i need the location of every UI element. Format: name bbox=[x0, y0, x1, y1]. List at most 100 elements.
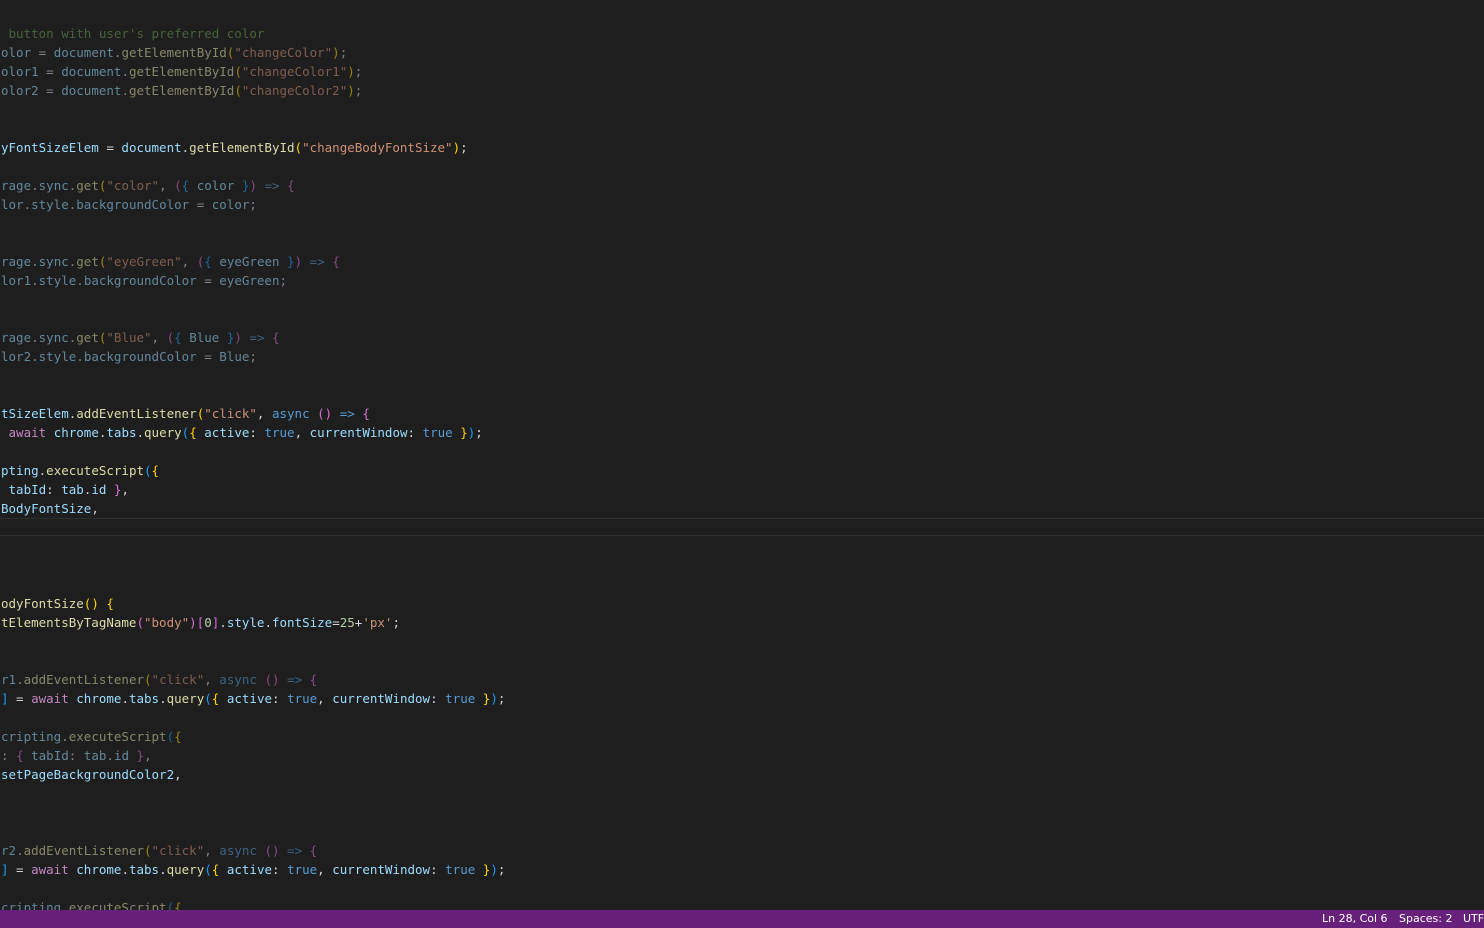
code-token: = bbox=[38, 83, 62, 98]
code-token: { bbox=[174, 900, 182, 910]
code-token: ) bbox=[452, 140, 461, 155]
code-token: { bbox=[309, 843, 318, 858]
code-token: get bbox=[76, 330, 99, 345]
code-token: sync bbox=[38, 178, 69, 193]
code-token: button with user's preferred color bbox=[1, 26, 265, 41]
code-token: tabs bbox=[106, 425, 137, 440]
cursor-position-indicator[interactable]: Ln 28, Col 6 bbox=[1316, 910, 1394, 928]
code-token: () bbox=[83, 596, 99, 611]
code-line: ] = await chrome.tabs.query({ active: tr… bbox=[1, 860, 505, 879]
code-token: rage bbox=[1, 254, 32, 269]
code-token: . bbox=[159, 691, 167, 706]
code-token: . bbox=[31, 273, 39, 288]
code-token: ; bbox=[279, 273, 288, 288]
code-token: { bbox=[174, 330, 190, 345]
code-token: : bbox=[430, 691, 446, 706]
code-token: } bbox=[475, 691, 491, 706]
code-token: olor bbox=[1, 45, 32, 60]
code-token: , bbox=[294, 425, 310, 440]
code-token: ) bbox=[332, 45, 340, 60]
code-token: = bbox=[8, 691, 32, 706]
code-token: , bbox=[204, 672, 220, 687]
code-token: ) bbox=[347, 83, 355, 98]
code-token: ; bbox=[460, 140, 468, 155]
code-token: document bbox=[121, 140, 182, 155]
code-token: : bbox=[272, 862, 288, 877]
code-token: style bbox=[226, 615, 265, 630]
code-token: color bbox=[196, 178, 235, 193]
code-token: await bbox=[31, 862, 69, 877]
code-token: () bbox=[264, 672, 280, 687]
code-token: get bbox=[76, 254, 99, 269]
code-token: tElementsByTagName bbox=[1, 615, 137, 630]
code-token: ( bbox=[294, 140, 303, 155]
code-token: . bbox=[16, 672, 24, 687]
code-token: Blue bbox=[219, 349, 250, 364]
code-token: true bbox=[445, 862, 476, 877]
encoding-indicator[interactable]: UTF bbox=[1457, 910, 1484, 928]
code-token: . bbox=[219, 615, 227, 630]
code-token: r2 bbox=[1, 843, 17, 858]
code-token: chrome bbox=[53, 425, 99, 440]
code-token: { bbox=[204, 254, 220, 269]
indentation-indicator[interactable]: Spaces: 2 bbox=[1393, 910, 1458, 928]
code-token: tabs bbox=[128, 691, 160, 706]
code-token: currentWindow bbox=[332, 862, 431, 877]
code-token: ( bbox=[204, 691, 212, 706]
code-line: pting.executeScript({ bbox=[1, 461, 159, 480]
code-token: 25 bbox=[339, 615, 355, 630]
code-token: ( bbox=[234, 83, 242, 98]
code-token: style bbox=[38, 349, 77, 364]
code-token: addEventListener bbox=[23, 672, 145, 687]
code-token: ; bbox=[249, 349, 257, 364]
code-token: = bbox=[31, 45, 54, 60]
code-token: , bbox=[121, 482, 129, 497]
code-token: true bbox=[445, 691, 476, 706]
code-token: fontSize bbox=[271, 615, 333, 630]
code-line: cripting.executeScript({ bbox=[1, 727, 182, 746]
code-token: tSizeElem bbox=[1, 406, 69, 421]
code-token: cripting bbox=[1, 900, 62, 910]
code-token: => bbox=[279, 672, 310, 687]
code-token: . bbox=[31, 254, 39, 269]
code-token: color bbox=[211, 197, 250, 212]
code-token: . bbox=[121, 64, 129, 79]
code-token: async bbox=[271, 406, 310, 421]
code-token: } bbox=[475, 862, 491, 877]
code-token: , bbox=[151, 330, 167, 345]
code-token: query bbox=[144, 425, 182, 440]
code-token: getElementById bbox=[128, 64, 235, 79]
code-token: "changeColor2" bbox=[241, 83, 348, 98]
code-line: setPageBackgroundColor2, bbox=[1, 765, 182, 784]
code-token: id bbox=[91, 482, 107, 497]
code-token: ( bbox=[234, 64, 242, 79]
code-token: , bbox=[181, 254, 197, 269]
code-token: style bbox=[31, 197, 69, 212]
code-token: sync bbox=[38, 330, 69, 345]
code-token: ( bbox=[136, 615, 144, 630]
code-token: = bbox=[196, 349, 220, 364]
code-token: { bbox=[211, 691, 227, 706]
code-token: { bbox=[174, 729, 182, 744]
code-token: . bbox=[121, 83, 129, 98]
code-token: { bbox=[189, 425, 205, 440]
code-token: executeScript bbox=[68, 900, 167, 910]
code-token: . bbox=[61, 729, 69, 744]
code-token: ( bbox=[204, 862, 212, 877]
code-token: tab bbox=[83, 748, 107, 763]
code-editor[interactable]: button with user's preferred color olor =… bbox=[0, 0, 1484, 910]
code-token: "changeBodyFontSize" bbox=[302, 140, 453, 155]
code-token: : bbox=[272, 691, 288, 706]
code-token: ( bbox=[144, 672, 152, 687]
code-line: lor2.style.backgroundColor = Blue; bbox=[1, 347, 257, 366]
code-token: active bbox=[204, 425, 250, 440]
code-token: true bbox=[287, 862, 318, 877]
code-token: "body" bbox=[144, 615, 190, 630]
code-token: , bbox=[91, 501, 99, 516]
code-token: document bbox=[61, 83, 122, 98]
code-token: setPageBackgroundColor2 bbox=[1, 767, 175, 782]
code-token: tabs bbox=[128, 862, 160, 877]
code-token: backgroundColor bbox=[83, 273, 197, 288]
code-token: currentWindow bbox=[332, 691, 431, 706]
